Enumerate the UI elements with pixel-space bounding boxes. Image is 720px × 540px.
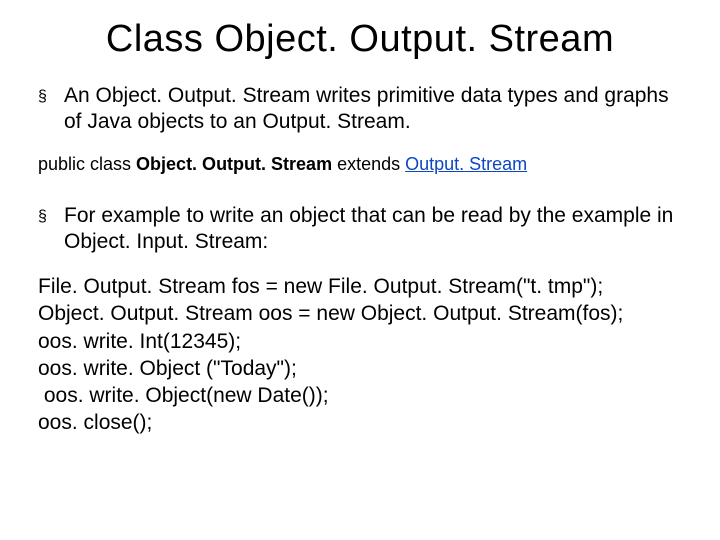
class-declaration: public class Object. Output. Stream exte… bbox=[38, 154, 682, 175]
code-example: File. Output. Stream fos = new File. Out… bbox=[38, 273, 682, 437]
bullet-text-2: For example to write an object that can … bbox=[64, 203, 682, 256]
code-line: oos. write. Int(12345); bbox=[38, 328, 682, 355]
code-line: oos. close(); bbox=[38, 409, 682, 436]
decl-prefix: public class bbox=[38, 154, 136, 174]
section-sign-icon: § bbox=[38, 203, 64, 227]
bullet-text-1: An Object. Output. Stream writes primiti… bbox=[64, 83, 682, 136]
slide-title: Class Object. Output. Stream bbox=[38, 18, 682, 61]
decl-parent-link[interactable]: Output. Stream bbox=[405, 154, 527, 174]
decl-classname: Object. Output. Stream bbox=[136, 154, 332, 174]
code-line: Object. Output. Stream oos = new Object.… bbox=[38, 300, 682, 327]
decl-extends: extends bbox=[332, 154, 405, 174]
bullet-item-2: § For example to write an object that ca… bbox=[38, 203, 682, 256]
code-line: File. Output. Stream fos = new File. Out… bbox=[38, 273, 682, 300]
section-sign-icon: § bbox=[38, 83, 64, 107]
code-line: oos. write. Object ("Today"); bbox=[38, 355, 682, 382]
bullet-item-1: § An Object. Output. Stream writes primi… bbox=[38, 83, 682, 136]
code-line: oos. write. Object(new Date()); bbox=[38, 382, 682, 409]
